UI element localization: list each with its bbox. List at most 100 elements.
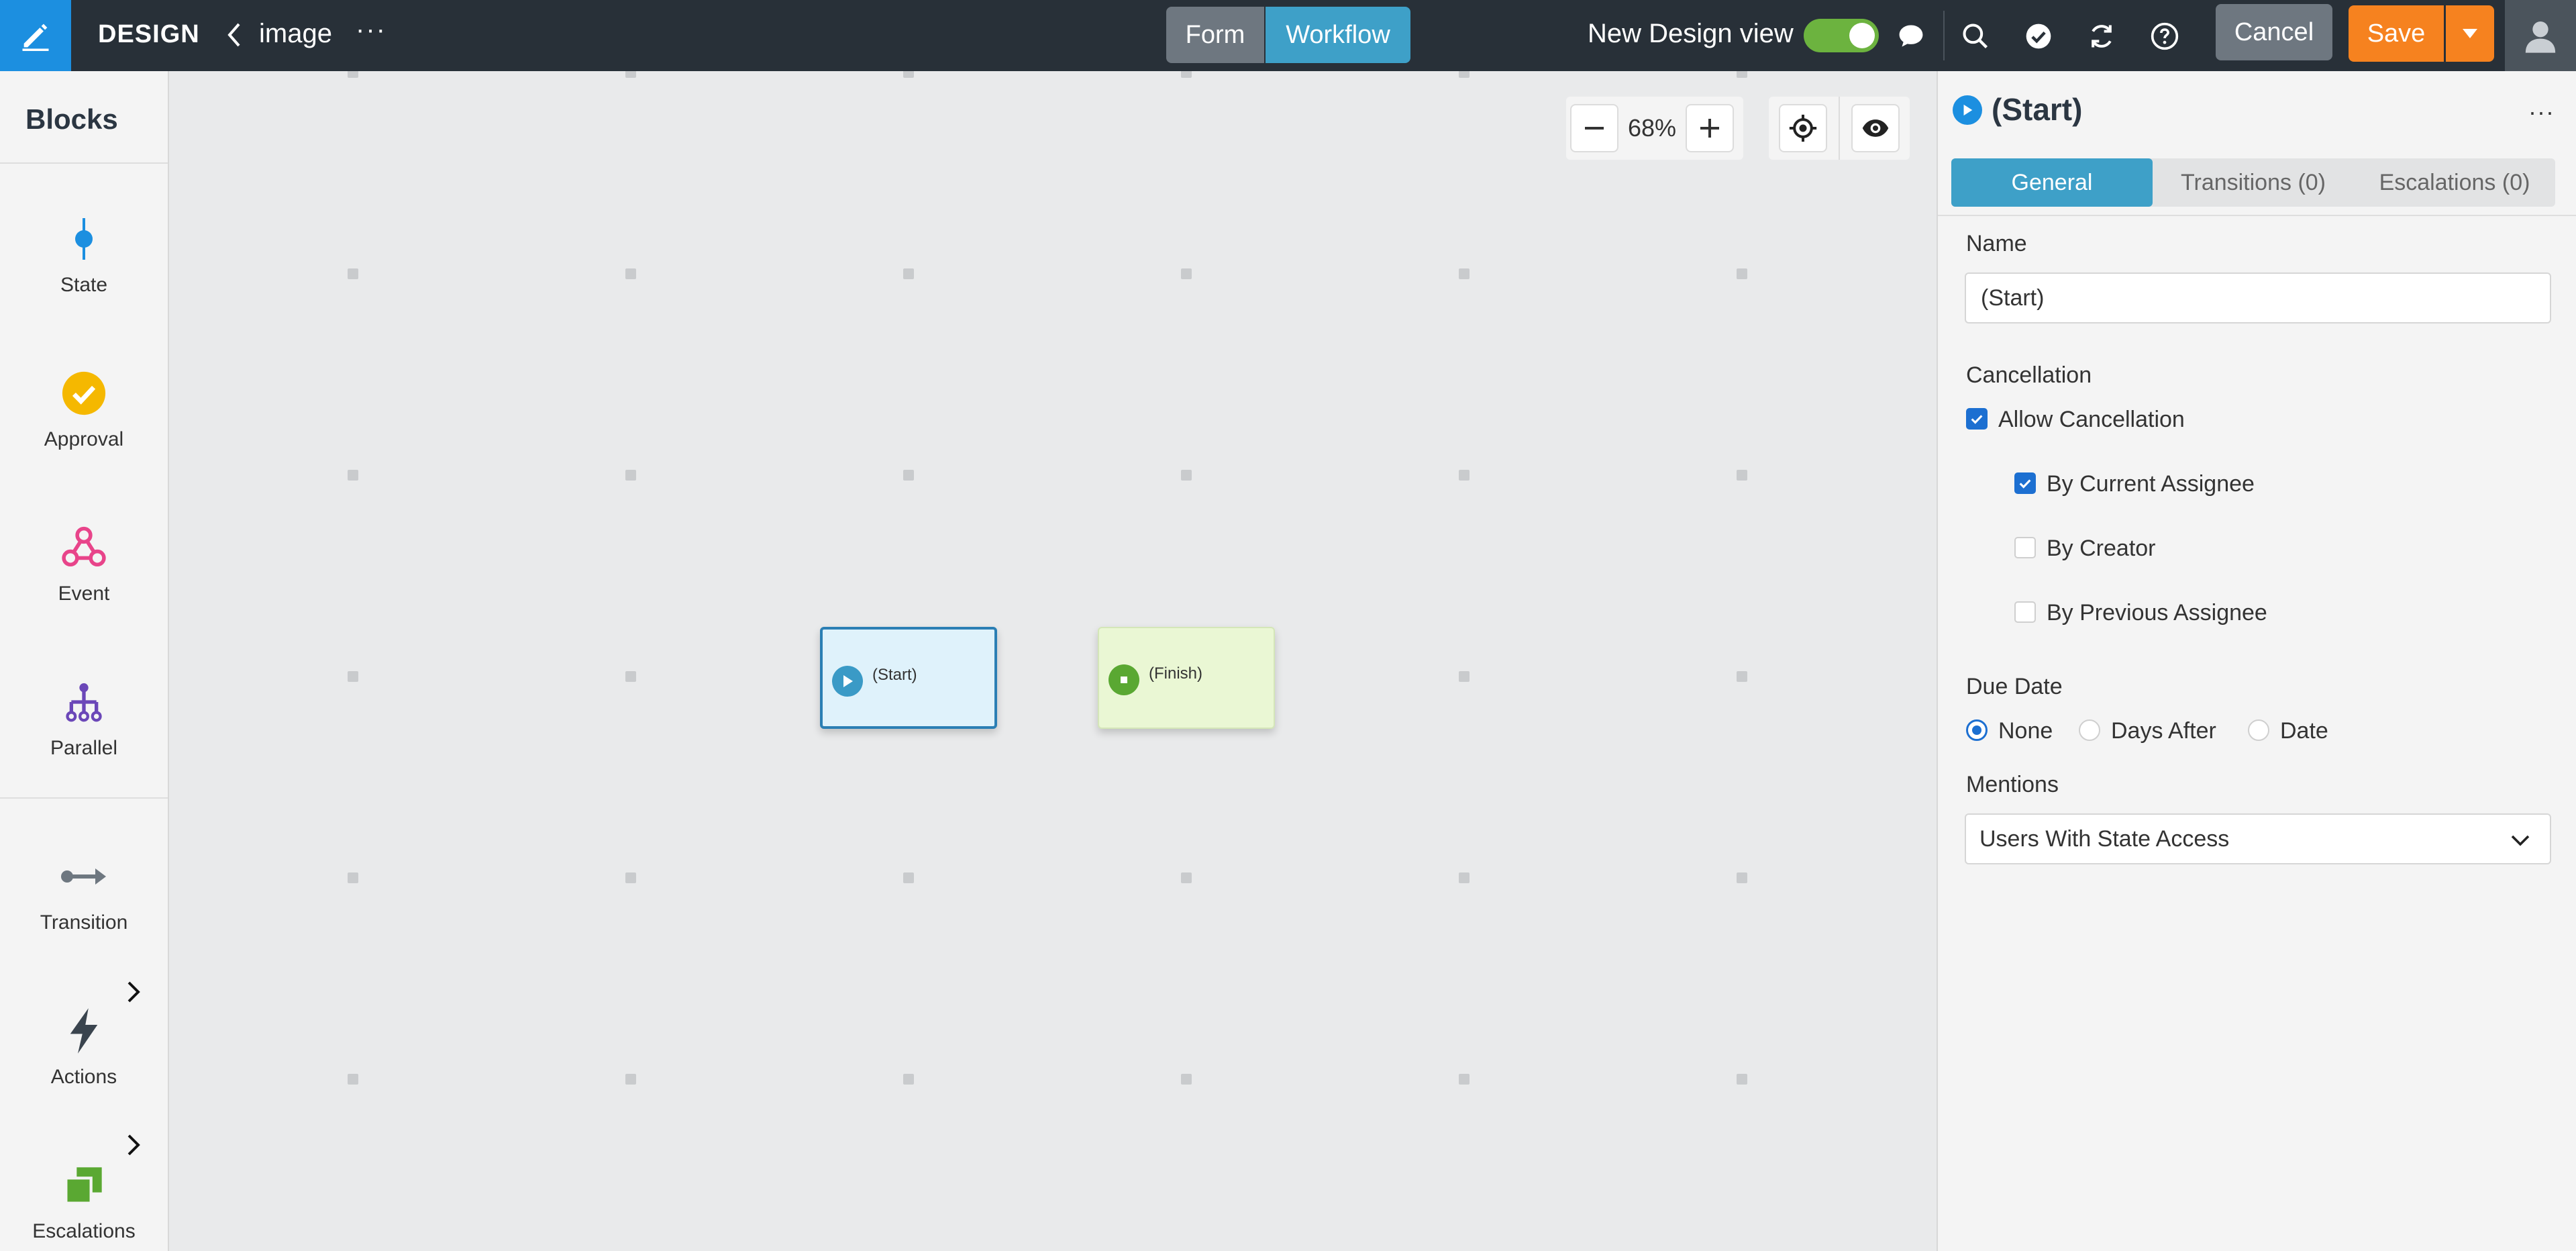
mentions-select[interactable]: Users With State Access — [1965, 813, 2551, 864]
due-date-days-after-radio[interactable] — [2079, 719, 2100, 741]
chevron-right-icon[interactable] — [123, 1132, 144, 1158]
stop-icon — [1109, 664, 1139, 695]
approval-icon — [57, 366, 111, 420]
node-label: (Start) — [872, 666, 917, 684]
panel-more-icon[interactable]: ··· — [2528, 98, 2555, 126]
block-parallel[interactable]: Parallel — [0, 675, 168, 809]
grid-dot — [625, 872, 636, 883]
check-circle-icon[interactable] — [2020, 17, 2057, 55]
block-label: State — [60, 274, 108, 296]
chevron-right-icon[interactable] — [123, 979, 144, 1005]
center-view-button[interactable] — [1778, 104, 1827, 152]
grid-dot — [903, 71, 914, 78]
breadcrumb[interactable]: image — [259, 19, 332, 49]
grid-dot — [348, 268, 358, 279]
toggle-knob — [1849, 23, 1875, 48]
grid-dot — [903, 470, 914, 481]
blocks-divider — [0, 797, 168, 799]
avatar[interactable] — [2505, 0, 2576, 71]
new-design-view-label: New Design view — [1588, 19, 1794, 48]
zoom-in-button[interactable] — [1686, 104, 1734, 152]
view-tools-divider — [1838, 97, 1840, 160]
grid-dot — [1737, 1074, 1747, 1085]
plus-icon — [1700, 119, 1719, 138]
preview-button[interactable] — [1851, 104, 1900, 152]
tab-escalations[interactable]: Escalations (0) — [2354, 158, 2555, 207]
block-label: Transition — [40, 911, 128, 934]
minus-icon — [1585, 127, 1604, 130]
grid-dot — [1181, 268, 1192, 279]
by-creator-checkbox[interactable] — [2014, 537, 2036, 558]
properties-panel: (Start) ··· General Transitions (0) Esca… — [1937, 71, 2576, 1251]
checkmark-icon — [2019, 479, 2031, 489]
block-state[interactable]: State — [0, 212, 168, 346]
block-label: Event — [58, 583, 110, 605]
block-transition[interactable]: Transition — [0, 850, 168, 984]
block-label: Approval — [44, 428, 124, 450]
cancel-button[interactable]: Cancel — [2216, 4, 2332, 60]
grid-dot — [1737, 872, 1747, 883]
save-dropdown-button[interactable] — [2446, 5, 2494, 62]
top-bar: DESIGN image ··· Form Workflow New Desig… — [0, 0, 2576, 71]
design-logo[interactable] — [0, 0, 71, 71]
grid-dot — [348, 872, 358, 883]
block-escalations[interactable]: Escalations — [0, 1158, 168, 1251]
block-label: Parallel — [50, 737, 118, 759]
grid-dot — [1181, 71, 1192, 78]
new-design-view-toggle[interactable] — [1804, 19, 1879, 52]
chevron-down-icon — [2511, 835, 2530, 846]
due-date-none-label: None — [1998, 718, 2053, 744]
name-field[interactable] — [1965, 272, 2551, 323]
workflow-canvas[interactable]: 68% (Start) (Finish) — [169, 71, 1937, 1251]
cancellation-label: Cancellation — [1966, 362, 2092, 388]
blocks-title: Blocks — [25, 103, 118, 135]
grid-dot — [903, 268, 914, 279]
allow-cancellation-checkbox[interactable] — [1966, 408, 1988, 430]
caret-down-icon — [2463, 29, 2477, 38]
zoom-out-button[interactable] — [1570, 104, 1618, 152]
search-icon[interactable] — [1957, 17, 1994, 55]
lightning-icon — [57, 1004, 111, 1058]
chevron-left-icon[interactable] — [225, 20, 246, 50]
node-start[interactable]: (Start) — [820, 627, 997, 729]
panel-divider — [1938, 215, 2576, 216]
tab-general[interactable]: General — [1951, 158, 2153, 207]
grid-dot — [625, 268, 636, 279]
play-icon — [1953, 95, 1982, 125]
user-icon — [2525, 21, 2556, 53]
block-actions[interactable]: Actions — [0, 1004, 168, 1138]
by-current-assignee-checkbox[interactable] — [2014, 472, 2036, 494]
grid-dot — [1459, 71, 1470, 78]
grid-dot — [1459, 872, 1470, 883]
tab-workflow[interactable]: Workflow — [1266, 7, 1410, 63]
help-icon[interactable] — [2146, 17, 2183, 55]
due-date-label: Due Date — [1966, 674, 2063, 699]
grid-dot — [348, 671, 358, 682]
node-finish[interactable]: (Finish) — [1098, 627, 1275, 729]
by-previous-assignee-checkbox[interactable] — [2014, 601, 2036, 623]
grid-dot — [625, 671, 636, 682]
blocks-panel: Blocks State Approval Event Parallel Tra… — [0, 71, 169, 1251]
app-name: DESIGN — [98, 20, 200, 48]
grid-dot — [1737, 71, 1747, 78]
event-icon — [57, 521, 111, 574]
properties-tabs: General Transitions (0) Escalations (0) — [1951, 158, 2555, 207]
more-menu-icon[interactable]: ··· — [356, 15, 387, 45]
comment-icon[interactable] — [1892, 17, 1930, 55]
save-button[interactable]: Save — [2349, 5, 2444, 62]
tab-form[interactable]: Form — [1166, 7, 1264, 63]
block-event[interactable]: Event — [0, 521, 168, 655]
due-date-date-label: Date — [2280, 718, 2328, 744]
due-date-date-radio[interactable] — [2248, 719, 2269, 741]
due-date-days-after-label: Days After — [2111, 718, 2216, 744]
block-approval[interactable]: Approval — [0, 366, 168, 501]
crosshair-icon — [1789, 114, 1816, 142]
due-date-none-radio[interactable] — [1966, 719, 1988, 741]
grid-dot — [1737, 268, 1747, 279]
tab-transitions[interactable]: Transitions (0) — [2153, 158, 2354, 207]
grid-dot — [1459, 1074, 1470, 1085]
refresh-icon[interactable] — [2083, 17, 2120, 55]
blocks-divider — [0, 162, 168, 164]
grid-dot — [1181, 872, 1192, 883]
eye-icon — [1863, 119, 1889, 137]
